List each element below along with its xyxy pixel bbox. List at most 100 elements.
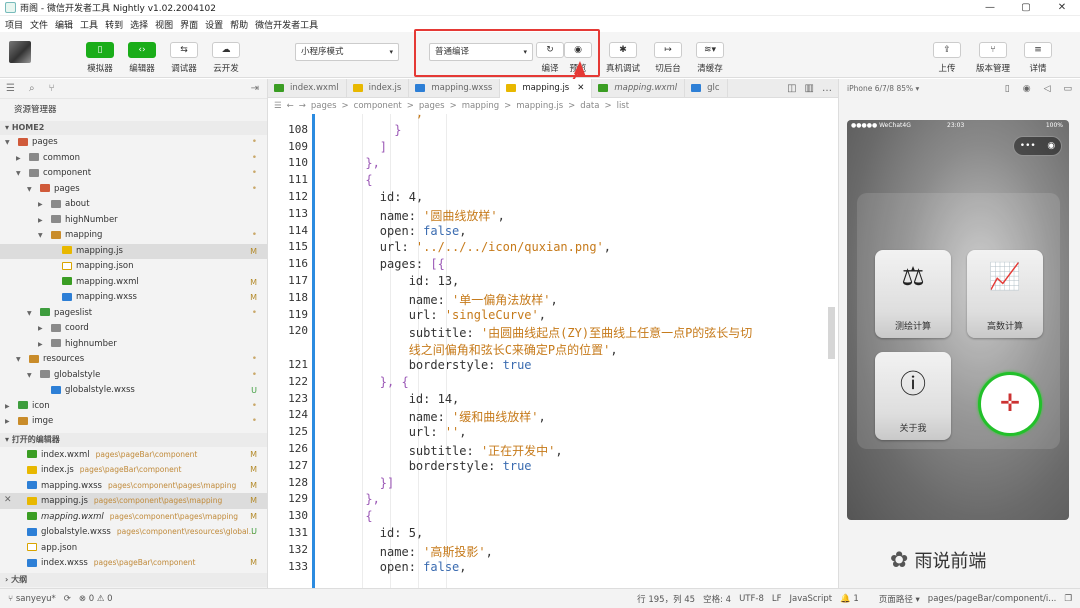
- editor-tab[interactable]: index.js: [347, 78, 410, 98]
- code-line[interactable]: name: '圆曲线放样',: [322, 207, 505, 224]
- tree-item[interactable]: ▼ pages •: [0, 182, 267, 198]
- tree-item[interactable]: ▶ about: [0, 197, 267, 213]
- open-editor-item[interactable]: app.json: [0, 540, 267, 556]
- language-mode[interactable]: JavaScript: [789, 594, 832, 604]
- tree-item[interactable]: ▼ pages •: [0, 135, 267, 151]
- more-icon[interactable]: …: [822, 83, 832, 94]
- chevron-down-icon[interactable]: ▼: [38, 228, 43, 244]
- tree-item[interactable]: ▶ highNumber: [0, 213, 267, 229]
- split-icon[interactable]: ⇥: [251, 83, 267, 94]
- open-editor-item[interactable]: mapping.wxss pages\component\pages\mappin…: [0, 478, 267, 494]
- code-line[interactable]: }, {: [322, 375, 409, 389]
- record-icon[interactable]: ◉: [1023, 84, 1031, 94]
- clear-cache-button[interactable]: ≋▾ 清缓存: [692, 42, 728, 74]
- breadcrumb-item[interactable]: data: [580, 101, 599, 111]
- source-control-icon[interactable]: ⑂: [49, 83, 55, 94]
- tree-item[interactable]: ▼ globalstyle •: [0, 368, 267, 384]
- tree-item[interactable]: mapping.js M: [0, 243, 267, 259]
- open-editor-item[interactable]: index.js pages\pageBar\component M: [0, 462, 267, 478]
- phone-icon[interactable]: ▯: [1005, 84, 1010, 94]
- upload-button[interactable]: ⇪ 上传: [929, 42, 965, 74]
- breadcrumb-item[interactable]: pages: [311, 101, 337, 111]
- editor-tab[interactable]: glc: [685, 78, 728, 98]
- chevron-down-icon[interactable]: ▼: [27, 368, 32, 384]
- tree-item[interactable]: ▶ icon •: [0, 399, 267, 415]
- search-icon[interactable]: ⌕: [29, 83, 35, 94]
- device-select[interactable]: iPhone 6/7/8 85% ▾: [847, 84, 919, 93]
- compare-icon[interactable]: ◫: [787, 83, 796, 94]
- sync-icon[interactable]: ⟳: [64, 594, 71, 604]
- menu-item[interactable]: 编辑: [55, 18, 73, 31]
- menu-item[interactable]: 视图: [155, 18, 173, 31]
- breadcrumb-item[interactable]: component: [354, 101, 402, 111]
- page-path-select[interactable]: 页面路径 ▾: [879, 593, 920, 605]
- tree-item[interactable]: ▶ highnumber: [0, 337, 267, 353]
- code-line[interactable]: },: [322, 492, 379, 506]
- close-window-button[interactable]: ✕: [1044, 0, 1080, 16]
- code-line[interactable]: name: '缓和曲线放样',: [322, 408, 546, 425]
- code-line[interactable]: }]: [322, 476, 394, 490]
- encoding[interactable]: UTF-8: [739, 594, 764, 604]
- tree-item[interactable]: ▼ resources •: [0, 352, 267, 368]
- tree-item[interactable]: mapping.wxss M: [0, 290, 267, 306]
- mini-program-capsule[interactable]: ••• ◉: [1013, 136, 1062, 156]
- chevron-down-icon[interactable]: ▼: [16, 352, 21, 368]
- code-line[interactable]: name: '高斯投影',: [322, 543, 493, 560]
- user-account[interactable]: ⑂ sanyeyu*: [8, 594, 56, 604]
- breadcrumb-item[interactable]: list: [617, 101, 629, 111]
- window-icon[interactable]: ▭: [1063, 84, 1072, 94]
- notification-bell[interactable]: 🔔 1: [840, 594, 859, 604]
- chevron-down-icon[interactable]: ▼: [5, 135, 10, 151]
- menu-item[interactable]: 项目: [5, 18, 23, 31]
- chevron-right-icon[interactable]: ▶: [16, 151, 21, 167]
- code-line[interactable]: 线之间偏角和弦长C来确定P点的位置',: [322, 341, 618, 358]
- about-me-tile[interactable]: ⓘ 关于我: [875, 352, 951, 440]
- code-line[interactable]: id: 13,: [322, 274, 460, 288]
- code-editor[interactable]: 108 109 110 111 112 113 114 115 116 117 118 119 120 1…: [268, 114, 838, 588]
- chevron-down-icon[interactable]: ▼: [27, 182, 32, 198]
- code-line[interactable]: borderstyle: true: [322, 459, 532, 473]
- code-line[interactable]: id: 4,: [322, 190, 423, 204]
- code-line[interactable]: borderstyle: true: [322, 358, 532, 372]
- editor-tab[interactable]: mapping.wxml: [592, 78, 686, 98]
- math-calc-tile[interactable]: 📈 高数计算: [967, 250, 1043, 338]
- tree-item[interactable]: mapping.wxml M: [0, 275, 267, 291]
- tree-item[interactable]: ▼ pageslist •: [0, 306, 267, 322]
- maximize-button[interactable]: ▢: [1008, 0, 1044, 16]
- chevron-right-icon[interactable]: ▶: [5, 414, 10, 430]
- code-line[interactable]: ',': [322, 114, 431, 120]
- eol[interactable]: LF: [772, 594, 782, 604]
- menu-item[interactable]: 选择: [130, 18, 148, 31]
- menu-item[interactable]: 微信开发者工具: [255, 18, 318, 31]
- menu-item[interactable]: 帮助: [230, 18, 248, 31]
- editor-tab[interactable]: mapping.js ✕: [500, 78, 593, 98]
- open-editor-item[interactable]: index.wxss pages\pageBar\component M: [0, 555, 267, 571]
- project-section-header[interactable]: ▾ HOME2: [0, 121, 267, 135]
- code-line[interactable]: url: '../../../icon/quxian.png',: [322, 240, 611, 254]
- background-button[interactable]: ↦ 切后台: [650, 42, 686, 74]
- minimize-button[interactable]: —: [972, 0, 1008, 16]
- problems-indicator[interactable]: ⊗ 0 ⚠ 0: [79, 594, 113, 604]
- avatar[interactable]: [9, 41, 31, 63]
- tree-item[interactable]: ▶ coord: [0, 321, 267, 337]
- tree-item[interactable]: globalstyle.wxss U: [0, 383, 267, 399]
- menu-item[interactable]: 工具: [80, 18, 98, 31]
- chevron-right-icon[interactable]: ▶: [38, 337, 43, 353]
- mode-select[interactable]: 小程序模式 ▾: [295, 43, 399, 61]
- tree-item[interactable]: ▼ component •: [0, 166, 267, 182]
- chevron-right-icon[interactable]: ▶: [5, 399, 10, 415]
- code-line[interactable]: id: 14,: [322, 392, 460, 406]
- code-line[interactable]: {: [322, 509, 372, 523]
- code-line[interactable]: url: '',: [322, 425, 467, 439]
- chevron-right-icon[interactable]: ▶: [38, 197, 43, 213]
- chevron-down-icon[interactable]: ▼: [27, 306, 32, 322]
- editor-tab[interactable]: index.wxml: [268, 78, 347, 98]
- code-line[interactable]: }: [322, 123, 401, 137]
- chevron-right-icon[interactable]: ▶: [38, 213, 43, 229]
- simulator-toggle[interactable]: ▯ 模拟器: [82, 42, 118, 74]
- tree-item[interactable]: ▶ imge •: [0, 414, 267, 430]
- indent-setting[interactable]: 空格: 4: [703, 593, 731, 605]
- editor-tab[interactable]: mapping.wxss: [409, 78, 501, 98]
- debugger-toggle[interactable]: ⇆ 调试器: [166, 42, 202, 74]
- detail-button[interactable]: ≡ 详情: [1020, 42, 1056, 74]
